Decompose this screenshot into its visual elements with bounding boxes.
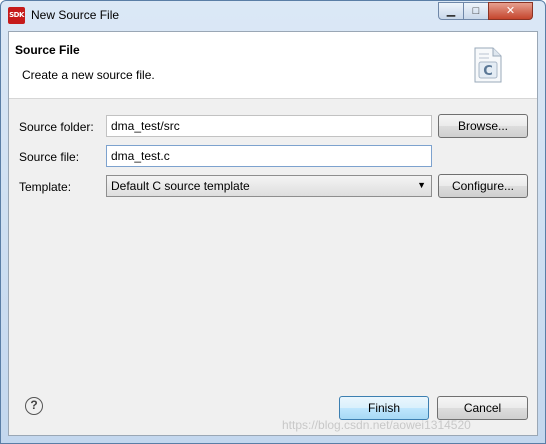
help-icon[interactable]: ? <box>25 397 43 415</box>
window-title: New Source File <box>31 8 120 22</box>
close-icon: ✕ <box>505 5 516 17</box>
dropdown-arrow-icon: ▼ <box>417 180 426 190</box>
source-folder-input[interactable] <box>106 115 432 137</box>
source-folder-label: Source folder: <box>19 120 94 134</box>
c-source-file-icon: C <box>474 47 502 83</box>
dialog-window: SDK New Source File ▁ □ ✕ Source File Cr… <box>0 0 546 444</box>
c-icon-letter: C <box>483 64 493 79</box>
cancel-button[interactable]: Cancel <box>437 396 528 420</box>
watermark-text: https://blog.csdn.net/aowei1314520 <box>282 418 471 432</box>
source-file-label: Source file: <box>19 150 80 164</box>
close-button[interactable]: ✕ <box>488 2 533 20</box>
sdk-app-icon: SDK <box>8 7 25 24</box>
finish-button[interactable]: Finish <box>339 396 429 420</box>
minimize-icon: ▁ <box>446 5 456 17</box>
minimize-button[interactable]: ▁ <box>438 2 464 20</box>
template-select[interactable]: Default C source template ▼ <box>106 175 432 197</box>
browse-button[interactable]: Browse... <box>438 114 528 138</box>
template-selected-value: Default C source template <box>111 179 250 193</box>
banner-message: Create a new source file. <box>22 68 155 82</box>
banner-title: Source File <box>15 43 80 57</box>
dialog-content: Source File Create a new source file. C … <box>8 31 538 436</box>
configure-button[interactable]: Configure... <box>438 174 528 198</box>
title-bar[interactable]: SDK New Source File ▁ □ ✕ <box>1 1 545 31</box>
maximize-icon: □ <box>472 5 480 17</box>
header-banner: Source File Create a new source file. C <box>9 32 537 99</box>
maximize-button[interactable]: □ <box>463 2 489 20</box>
template-label: Template: <box>19 180 72 194</box>
source-file-input[interactable] <box>106 145 432 167</box>
